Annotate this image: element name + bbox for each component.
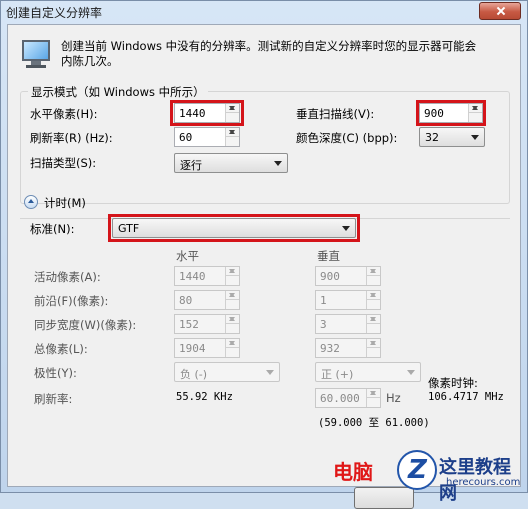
front-porch-h-input[interactable]: 80 bbox=[174, 290, 240, 310]
active-pixels-v-input[interactable]: 900 bbox=[315, 266, 381, 286]
polarity-h-select[interactable]: 负 (-) bbox=[174, 362, 280, 382]
monitor-icon bbox=[20, 39, 52, 69]
sync-width-v-value: 3 bbox=[320, 318, 327, 331]
refresh-spinner[interactable] bbox=[225, 128, 239, 146]
scan-type-select[interactable]: 逐行 bbox=[174, 153, 288, 173]
chevron-down-icon bbox=[266, 370, 274, 375]
intro-text: 创建当前 Windows 中没有的分辨率。测试新的自定义分辨率时您的显示器可能会… bbox=[61, 39, 477, 68]
color-depth-value: 32 bbox=[425, 131, 439, 144]
highlight-box bbox=[108, 214, 360, 242]
refresh-label: 刷新率(R) (Hz): bbox=[30, 131, 113, 145]
chevron-down-icon bbox=[274, 161, 282, 166]
total-pixels-v-input[interactable]: 932 bbox=[315, 338, 381, 358]
total-pixels-label: 总像素(L): bbox=[34, 342, 88, 356]
polarity-v-select[interactable]: 正 (+) bbox=[315, 362, 421, 382]
scan-type-label: 扫描类型(S): bbox=[30, 156, 97, 170]
polarity-v-value: 正 (+) bbox=[321, 368, 354, 381]
active-pixels-h-value: 1440 bbox=[179, 270, 206, 283]
sync-width-h-input[interactable]: 152 bbox=[174, 314, 240, 334]
timing-refresh-v-value: 60.000 bbox=[320, 392, 360, 405]
pixel-clock-value: 106.4717 MHz bbox=[428, 391, 504, 403]
color-depth-label: 颜色深度(C) (bpp): bbox=[296, 131, 398, 145]
sync-width-label: 同步宽度(W)(像素): bbox=[34, 318, 137, 332]
highlight-box bbox=[416, 100, 486, 126]
timing-refresh-unit: Hz bbox=[386, 391, 401, 405]
polarity-label: 极性(Y): bbox=[34, 366, 77, 380]
display-mode-group-label: 显示模式（如 Windows 中所示） bbox=[28, 84, 208, 100]
front-porch-v-input[interactable]: 1 bbox=[315, 290, 381, 310]
timing-refresh-v-input[interactable]: 60.000 bbox=[315, 388, 381, 408]
sync-width-h-value: 152 bbox=[179, 318, 199, 331]
front-porch-label: 前沿(F)(像素): bbox=[34, 294, 109, 308]
chevron-down-icon bbox=[407, 370, 415, 375]
watermark-url: herecours.com bbox=[446, 477, 521, 488]
timing-refresh-range: (59.000 至 61.000) bbox=[318, 417, 430, 429]
timing-refresh-label: 刷新率: bbox=[34, 392, 73, 406]
highlight-box bbox=[170, 100, 244, 126]
col-vertical-header: 垂直 bbox=[317, 249, 340, 263]
watermark-red-text: 电脑 bbox=[333, 460, 373, 484]
dialog-client: 创建当前 Windows 中没有的分辨率。测试新的自定义分辨率时您的显示器可能会… bbox=[7, 24, 521, 509]
pixel-clock-label: 像素时钟: bbox=[428, 376, 478, 390]
total-pixels-h-value: 1904 bbox=[179, 342, 206, 355]
scan-type-value: 逐行 bbox=[180, 159, 202, 172]
timing-expand-toggle[interactable] bbox=[24, 195, 38, 209]
active-pixels-label: 活动像素(A): bbox=[34, 270, 101, 284]
total-pixels-h-input[interactable]: 1904 bbox=[174, 338, 240, 358]
total-pixels-v-value: 932 bbox=[320, 342, 340, 355]
sync-width-v-input[interactable]: 3 bbox=[315, 314, 381, 334]
title-bar[interactable]: 创建自定义分辨率 bbox=[1, 1, 527, 23]
dialog-window: 创建自定义分辨率 创建当前 Windows 中没有的分辨率。测试新的自定义分辨率… bbox=[0, 0, 528, 509]
timing-toggle-label[interactable]: 计时(M) bbox=[44, 195, 86, 211]
watermark-logo bbox=[397, 450, 437, 490]
front-porch-h-value: 80 bbox=[179, 294, 193, 307]
standard-label: 标准(N): bbox=[30, 222, 75, 236]
timing-refresh-h-value: 55.92 KHz bbox=[176, 391, 233, 403]
polarity-h-value: 负 (-) bbox=[180, 368, 208, 381]
col-horizontal-header: 水平 bbox=[176, 249, 199, 263]
v-lines-label: 垂直扫描线(V): bbox=[296, 107, 375, 121]
front-porch-v-value: 1 bbox=[320, 294, 327, 307]
color-depth-select[interactable]: 32 bbox=[419, 127, 485, 147]
refresh-value: 60 bbox=[179, 131, 193, 144]
chevron-down-icon bbox=[471, 135, 479, 140]
active-pixels-h-input[interactable]: 1440 bbox=[174, 266, 240, 286]
window-title: 创建自定义分辨率 bbox=[6, 6, 103, 20]
close-button[interactable] bbox=[479, 2, 521, 20]
test-button[interactable] bbox=[354, 487, 414, 509]
refresh-input[interactable]: 60 bbox=[174, 127, 240, 147]
active-pixels-v-value: 900 bbox=[320, 270, 340, 283]
h-pixels-label: 水平像素(H): bbox=[30, 107, 98, 121]
